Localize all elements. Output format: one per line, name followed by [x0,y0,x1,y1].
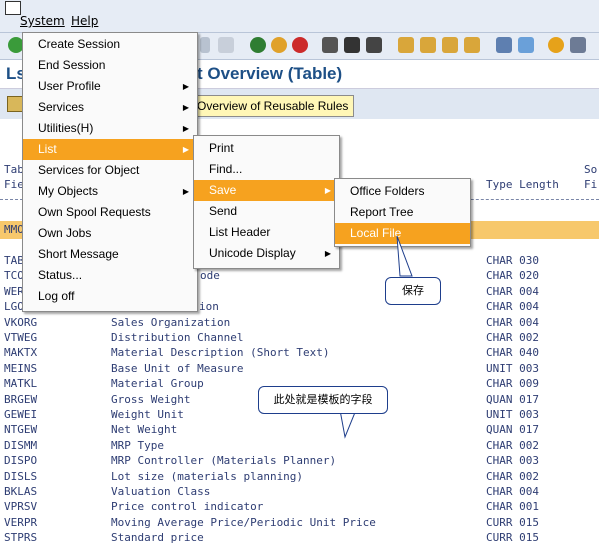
template-fields-callout: 此处就是模板的字段 [258,386,388,414]
callout-pointers [339,235,413,439]
save-callout: 保存 [385,277,441,305]
